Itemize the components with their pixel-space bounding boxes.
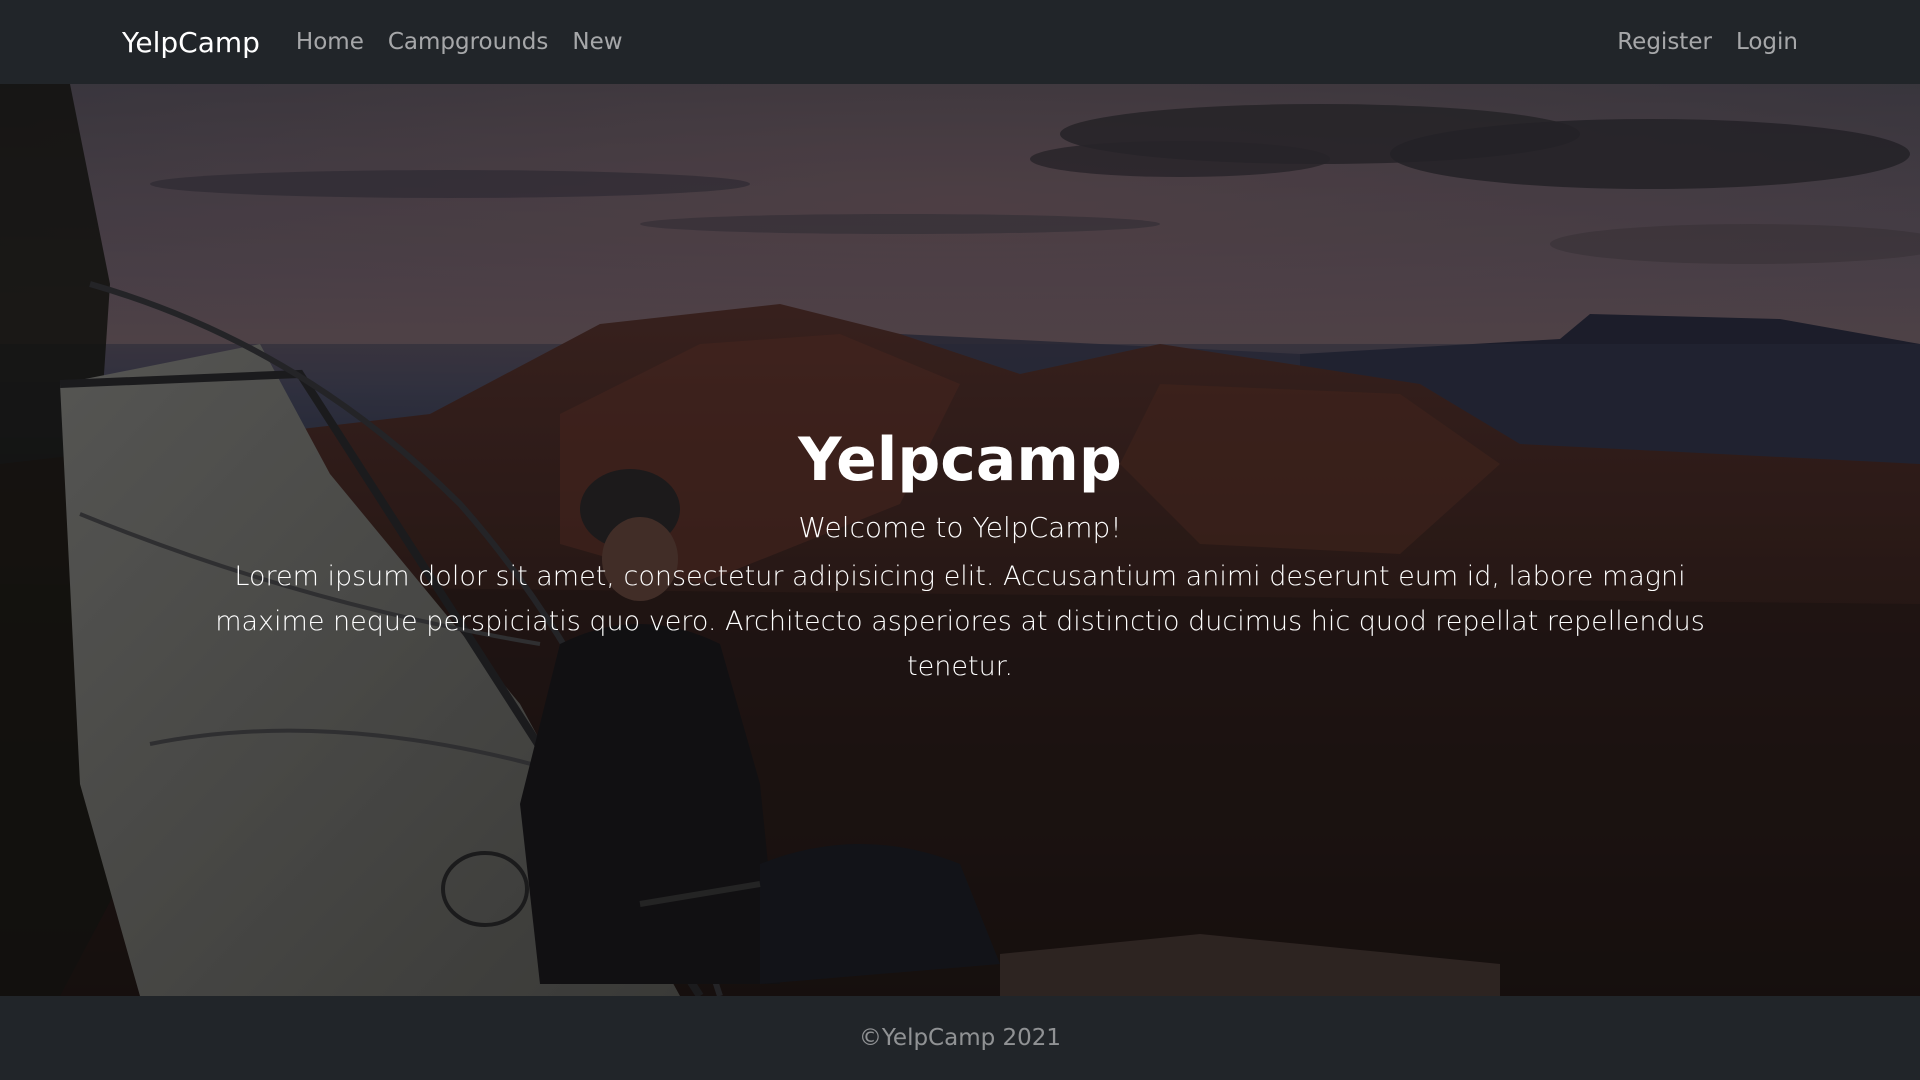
navbar: YelpCamp Home Campgrounds New Register L…: [0, 0, 1920, 84]
hero-content: Yelpcamp Welcome to YelpCamp! Lorem ipsu…: [0, 424, 1920, 689]
hero-title: Yelpcamp: [798, 425, 1122, 495]
brand-link[interactable]: YelpCamp: [122, 26, 260, 59]
nav-link-login[interactable]: Login: [1736, 29, 1798, 55]
footer: ©YelpCamp 2021: [0, 996, 1920, 1080]
hero-description: Lorem ipsum dolor sit amet, consectetur …: [215, 561, 1705, 682]
hero-subtitle: Welcome to YelpCamp!: [798, 511, 1122, 544]
nav-right: Register Login: [1593, 29, 1798, 55]
page: YelpCamp Home Campgrounds New Register L…: [0, 0, 1920, 1080]
nav-link-home[interactable]: Home: [296, 29, 364, 55]
hero-section: Yelpcamp Welcome to YelpCamp! Lorem ipsu…: [0, 84, 1920, 996]
footer-copyright: ©YelpCamp 2021: [858, 1025, 1062, 1051]
nav-left: YelpCamp Home Campgrounds New: [122, 26, 647, 59]
nav-link-campgrounds[interactable]: Campgrounds: [388, 29, 549, 55]
nav-link-new[interactable]: New: [572, 29, 622, 55]
nav-link-register[interactable]: Register: [1617, 29, 1712, 55]
